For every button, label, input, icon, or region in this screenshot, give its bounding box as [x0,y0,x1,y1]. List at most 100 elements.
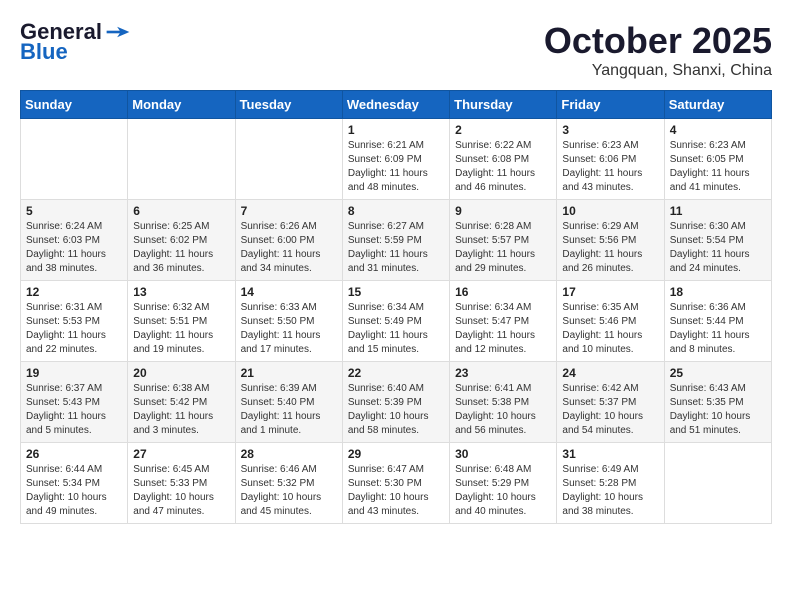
day-cell: 11Sunrise: 6:30 AM Sunset: 5:54 PM Dayli… [664,200,771,281]
day-number: 9 [455,204,551,218]
week-row-5: 26Sunrise: 6:44 AM Sunset: 5:34 PM Dayli… [21,443,772,524]
day-cell: 7 Sunrise: 6:26 AM Sunset: 6:00 PM Daylig… [235,200,342,281]
day-number: 2 [455,123,551,137]
day-cell: 13Sunrise: 6:32 AM Sunset: 5:51 PM Dayli… [128,281,235,362]
day-number: 8 [348,204,444,218]
day-cell: 23 Sunrise: 6:41 AM Sunset: 5:38 PM Dayli… [450,362,557,443]
weekday-header-saturday: Saturday [664,91,771,119]
week-row-1: 1Sunrise: 6:21 AM Sunset: 6:09 PM Daylig… [21,119,772,200]
day-info: Sunrise: 6:45 AM Sunset: 5:33 PM Dayligh… [133,463,229,519]
day-number: 23 [455,366,551,380]
day-cell: 19Sunrise: 6:37 AM Sunset: 5:43 PM Dayli… [21,362,128,443]
day-cell: 31 Sunrise: 6:49 AM Sunset: 5:28 PM Dayli… [557,443,664,524]
day-info: Sunrise: 6:43 AM Sunset: 5:35 PM Dayligh… [670,382,766,438]
day-cell [235,119,342,200]
day-number: 21 [241,366,337,380]
day-number: 26 [26,447,122,461]
day-cell: 2 Sunrise: 6:22 AM Sunset: 6:08 PM Daylig… [450,119,557,200]
day-number: 5 [26,204,122,218]
weekday-header-thursday: Thursday [450,91,557,119]
day-number: 27 [133,447,229,461]
day-info: Sunrise: 6:23 AM Sunset: 6:05 PM Dayligh… [670,139,766,195]
day-cell: 20 Sunrise: 6:38 AM Sunset: 5:42 PM Dayli… [128,362,235,443]
week-row-3: 12 Sunrise: 6:31 AM Sunset: 5:53 PM Dayli… [21,281,772,362]
day-info: Sunrise: 6:21 AM Sunset: 6:09 PM Dayligh… [348,139,444,195]
day-info: Sunrise: 6:26 AM Sunset: 6:00 PM Dayligh… [241,220,337,276]
logo-blue-text: Blue [20,40,68,64]
day-info: Sunrise: 6:42 AM Sunset: 5:37 PM Dayligh… [562,382,658,438]
day-info: Sunrise: 6:30 AM Sunset: 5:54 PM Dayligh… [670,220,766,276]
weekday-header-wednesday: Wednesday [342,91,449,119]
day-number: 20 [133,366,229,380]
logo: General Blue [20,20,132,64]
day-number: 24 [562,366,658,380]
day-cell: 22 Sunrise: 6:40 AM Sunset: 5:39 PM Dayli… [342,362,449,443]
day-info: Sunrise: 6:34 AM Sunset: 5:49 PM Dayligh… [348,301,444,357]
day-cell: 29 Sunrise: 6:47 AM Sunset: 5:30 PM Dayli… [342,443,449,524]
weekday-header-monday: Monday [128,91,235,119]
day-number: 25 [670,366,766,380]
day-cell: 21 Sunrise: 6:39 AM Sunset: 5:40 PM Dayli… [235,362,342,443]
day-cell [21,119,128,200]
day-info: Sunrise: 6:32 AM Sunset: 5:51 PM Dayligh… [133,301,229,357]
day-number: 17 [562,285,658,299]
day-info: Sunrise: 6:35 AM Sunset: 5:46 PM Dayligh… [562,301,658,357]
day-info: Sunrise: 6:49 AM Sunset: 5:28 PM Dayligh… [562,463,658,519]
day-info: Sunrise: 6:48 AM Sunset: 5:29 PM Dayligh… [455,463,551,519]
logo-arrow-icon [104,25,132,39]
day-cell: 15 Sunrise: 6:34 AM Sunset: 5:49 PM Dayli… [342,281,449,362]
day-cell: 8 Sunrise: 6:27 AM Sunset: 5:59 PM Daylig… [342,200,449,281]
day-number: 30 [455,447,551,461]
day-cell: 6Sunrise: 6:25 AM Sunset: 6:02 PM Daylig… [128,200,235,281]
day-cell [664,443,771,524]
day-number: 7 [241,204,337,218]
day-number: 31 [562,447,658,461]
day-info: Sunrise: 6:28 AM Sunset: 5:57 PM Dayligh… [455,220,551,276]
day-cell: 9 Sunrise: 6:28 AM Sunset: 5:57 PM Daylig… [450,200,557,281]
day-number: 29 [348,447,444,461]
title-block: October 2025 Yangquan, Shanxi, China [544,20,772,80]
weekday-header-tuesday: Tuesday [235,91,342,119]
day-info: Sunrise: 6:27 AM Sunset: 5:59 PM Dayligh… [348,220,444,276]
day-info: Sunrise: 6:33 AM Sunset: 5:50 PM Dayligh… [241,301,337,357]
day-cell: 24 Sunrise: 6:42 AM Sunset: 5:37 PM Dayli… [557,362,664,443]
day-cell: 27 Sunrise: 6:45 AM Sunset: 5:33 PM Dayli… [128,443,235,524]
day-info: Sunrise: 6:29 AM Sunset: 5:56 PM Dayligh… [562,220,658,276]
day-info: Sunrise: 6:23 AM Sunset: 6:06 PM Dayligh… [562,139,658,195]
day-info: Sunrise: 6:39 AM Sunset: 5:40 PM Dayligh… [241,382,337,438]
day-info: Sunrise: 6:46 AM Sunset: 5:32 PM Dayligh… [241,463,337,519]
day-cell: 16Sunrise: 6:34 AM Sunset: 5:47 PM Dayli… [450,281,557,362]
day-number: 12 [26,285,122,299]
calendar-table: SundayMondayTuesdayWednesdayThursdayFrid… [20,90,772,524]
day-info: Sunrise: 6:22 AM Sunset: 6:08 PM Dayligh… [455,139,551,195]
day-cell: 17 Sunrise: 6:35 AM Sunset: 5:46 PM Dayli… [557,281,664,362]
weekday-header-row: SundayMondayTuesdayWednesdayThursdayFrid… [21,91,772,119]
day-cell: 12 Sunrise: 6:31 AM Sunset: 5:53 PM Dayli… [21,281,128,362]
day-number: 28 [241,447,337,461]
day-cell: 4 Sunrise: 6:23 AM Sunset: 6:05 PM Daylig… [664,119,771,200]
day-cell: 18Sunrise: 6:36 AM Sunset: 5:44 PM Dayli… [664,281,771,362]
day-cell: 25 Sunrise: 6:43 AM Sunset: 5:35 PM Dayli… [664,362,771,443]
day-info: Sunrise: 6:38 AM Sunset: 5:42 PM Dayligh… [133,382,229,438]
day-info: Sunrise: 6:25 AM Sunset: 6:02 PM Dayligh… [133,220,229,276]
day-number: 22 [348,366,444,380]
day-cell: 14Sunrise: 6:33 AM Sunset: 5:50 PM Dayli… [235,281,342,362]
day-cell: 10 Sunrise: 6:29 AM Sunset: 5:56 PM Dayli… [557,200,664,281]
day-info: Sunrise: 6:40 AM Sunset: 5:39 PM Dayligh… [348,382,444,438]
day-cell: 5Sunrise: 6:24 AM Sunset: 6:03 PM Daylig… [21,200,128,281]
day-cell: 26Sunrise: 6:44 AM Sunset: 5:34 PM Dayli… [21,443,128,524]
day-cell: 30 Sunrise: 6:48 AM Sunset: 5:29 PM Dayli… [450,443,557,524]
day-info: Sunrise: 6:31 AM Sunset: 5:53 PM Dayligh… [26,301,122,357]
day-cell [128,119,235,200]
day-info: Sunrise: 6:36 AM Sunset: 5:44 PM Dayligh… [670,301,766,357]
day-cell: 28 Sunrise: 6:46 AM Sunset: 5:32 PM Dayli… [235,443,342,524]
day-number: 10 [562,204,658,218]
weekday-header-sunday: Sunday [21,91,128,119]
day-cell: 1Sunrise: 6:21 AM Sunset: 6:09 PM Daylig… [342,119,449,200]
day-info: Sunrise: 6:47 AM Sunset: 5:30 PM Dayligh… [348,463,444,519]
day-number: 4 [670,123,766,137]
day-number: 3 [562,123,658,137]
day-info: Sunrise: 6:41 AM Sunset: 5:38 PM Dayligh… [455,382,551,438]
day-number: 16 [455,285,551,299]
day-number: 15 [348,285,444,299]
